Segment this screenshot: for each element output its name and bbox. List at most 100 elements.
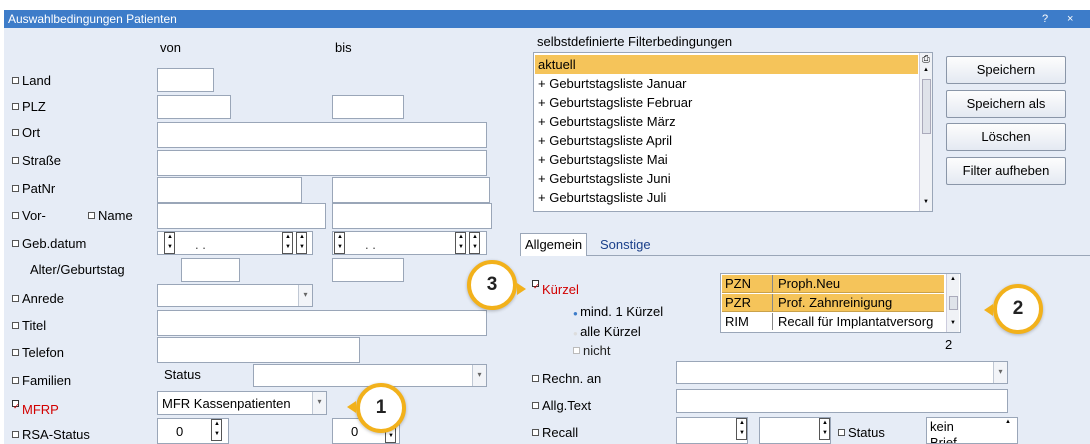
- list-item[interactable]: + Geburtstagsliste April: [535, 131, 672, 150]
- kuerzel-scrollbar[interactable]: ▲ ▼: [946, 274, 959, 332]
- recall-von-spinner[interactable]: [736, 418, 747, 440]
- list-item[interactable]: + Geburtstagsliste Januar: [535, 74, 687, 93]
- gebdatum-checkbox[interactable]: [12, 240, 19, 247]
- allgtext-checkbox[interactable]: [532, 402, 539, 409]
- anrede-select[interactable]: ▾: [157, 284, 313, 307]
- scroll-up-icon[interactable]: ▲: [923, 67, 929, 73]
- scroll-down-icon[interactable]: ▼: [923, 199, 929, 205]
- gebdatum-bis-spinner-a[interactable]: [455, 232, 466, 254]
- chevron-down-icon[interactable]: ▾: [993, 362, 1007, 383]
- scroll-up-icon[interactable]: ▲: [950, 276, 956, 282]
- allgtext-input[interactable]: [676, 389, 1008, 413]
- patnr-checkbox[interactable]: [12, 185, 19, 192]
- patnr-bis-input[interactable]: [332, 177, 490, 203]
- strasse-checkbox-row[interactable]: Straße: [12, 153, 61, 168]
- alter-von-input[interactable]: [181, 258, 240, 282]
- rsa-von-spinner[interactable]: [211, 419, 222, 441]
- list-item[interactable]: kein: [930, 419, 954, 434]
- plz-von-input[interactable]: [157, 95, 231, 119]
- list-item[interactable]: + Geburtstagsliste Juni: [535, 169, 671, 188]
- name-checkbox-row[interactable]: Name: [88, 208, 133, 223]
- kuerzel-not-checkbox-row[interactable]: nicht: [573, 343, 610, 358]
- save-button[interactable]: Speichern: [946, 56, 1066, 84]
- ort-input[interactable]: [157, 122, 487, 148]
- rechn-checkbox-row[interactable]: Rechn. an: [532, 371, 601, 386]
- list-item[interactable]: + Geburtstagsliste Mai: [535, 150, 668, 169]
- anrede-checkbox-row[interactable]: Anrede: [12, 291, 64, 306]
- filter-list[interactable]: aktuell + Geburtstagsliste Januar + Gebu…: [533, 52, 933, 212]
- gebdatum-bis-spinner-b[interactable]: [469, 232, 480, 254]
- tab-sonstige[interactable]: Sonstige: [596, 234, 655, 256]
- patnr-checkbox-row[interactable]: PatNr: [12, 181, 55, 196]
- kuerzel-checkbox-row[interactable]: Kürzel: [532, 280, 579, 297]
- mfrp-select[interactable]: MFR Kassenpatienten ▾: [157, 391, 327, 415]
- mfrp-checkbox[interactable]: [12, 400, 19, 407]
- printer-icon[interactable]: ⎙: [922, 54, 930, 65]
- plz-bis-input[interactable]: [332, 95, 404, 119]
- telefon-input[interactable]: [157, 337, 360, 363]
- scrollbar-thumb[interactable]: [949, 296, 958, 310]
- gebdatum-bis-day-spinner[interactable]: [334, 232, 345, 254]
- ort-checkbox-row[interactable]: Ort: [12, 125, 40, 140]
- allgtext-checkbox-row[interactable]: Allg.Text: [532, 398, 591, 413]
- filter-list-item-selected[interactable]: aktuell: [535, 55, 918, 74]
- patnr-von-input[interactable]: [157, 177, 302, 203]
- land-input[interactable]: [157, 68, 214, 92]
- name-input[interactable]: [332, 203, 492, 229]
- recall-status-checkbox-row[interactable]: Status: [838, 425, 885, 440]
- tab-allgemein[interactable]: Allgemein: [520, 233, 588, 256]
- recall-status-checkbox[interactable]: [838, 429, 845, 436]
- close-button[interactable]: ×: [1067, 10, 1073, 28]
- strasse-checkbox[interactable]: [12, 157, 19, 164]
- list-item[interactable]: + Geburtstagsliste Februar: [535, 93, 692, 112]
- vorname-checkbox-row[interactable]: Vor-: [12, 208, 46, 223]
- scroll-down-icon[interactable]: ▼: [950, 320, 956, 326]
- save-as-button[interactable]: Speichern als: [946, 90, 1066, 118]
- land-checkbox-row[interactable]: Land: [12, 73, 51, 88]
- plz-checkbox[interactable]: [12, 103, 19, 110]
- chevron-down-icon[interactable]: ▾: [312, 392, 326, 414]
- rsa-checkbox[interactable]: [12, 431, 19, 438]
- rechn-select[interactable]: ▾: [676, 361, 1008, 384]
- clear-filter-button[interactable]: Filter aufheben: [946, 157, 1066, 185]
- alter-bis-input[interactable]: [332, 258, 404, 282]
- recall-checkbox-row[interactable]: Recall: [532, 425, 578, 440]
- land-checkbox[interactable]: [12, 77, 19, 84]
- plz-checkbox-row[interactable]: PLZ: [12, 99, 46, 114]
- rechn-checkbox[interactable]: [532, 375, 539, 382]
- kuerzel-checkbox[interactable]: [532, 280, 539, 287]
- table-row[interactable]: PZR Prof. Zahnreinigung: [722, 294, 944, 312]
- titel-input[interactable]: [157, 310, 487, 336]
- ort-checkbox[interactable]: [12, 129, 19, 136]
- vorname-input[interactable]: [157, 203, 326, 229]
- chevron-down-icon[interactable]: ▾: [472, 365, 486, 386]
- table-row[interactable]: RIM Recall für Implantatversorg: [722, 313, 944, 331]
- list-item[interactable]: Brief: [930, 435, 957, 443]
- list-item[interactable]: + Geburtstagsliste Juli: [535, 188, 666, 207]
- scroll-up-icon[interactable]: ▲: [1005, 419, 1011, 425]
- familien-checkbox-row[interactable]: Familien: [12, 373, 71, 388]
- kuerzel-min1-radio[interactable]: ● mind. 1 Kürzel: [573, 304, 663, 319]
- filter-list-scrollbar[interactable]: ⎙ ▲ ▼: [919, 53, 932, 211]
- list-item[interactable]: + Geburtstagsliste März: [535, 112, 676, 131]
- familien-checkbox[interactable]: [12, 377, 19, 384]
- titel-checkbox[interactable]: [12, 322, 19, 329]
- kuerzel-all-radio[interactable]: ● alle Kürzel: [573, 324, 641, 339]
- scrollbar-thumb[interactable]: [922, 79, 931, 134]
- help-button[interactable]: ?: [1042, 10, 1048, 28]
- gebdatum-von-spinner-a[interactable]: [282, 232, 293, 254]
- mfrp-checkbox-row[interactable]: MFRP: [12, 400, 59, 417]
- telefon-checkbox-row[interactable]: Telefon: [12, 345, 64, 360]
- gebdatum-checkbox-row[interactable]: Geb.datum: [12, 236, 86, 251]
- recall-checkbox[interactable]: [532, 429, 539, 436]
- anrede-checkbox[interactable]: [12, 295, 19, 302]
- familien-status-select[interactable]: ▾: [253, 364, 487, 387]
- recall-status-list[interactable]: kein Brief ▲: [926, 417, 1018, 444]
- gebdatum-von-day-spinner[interactable]: [164, 232, 175, 254]
- gebdatum-von-spinner-b[interactable]: [296, 232, 307, 254]
- chevron-down-icon[interactable]: ▾: [298, 285, 312, 306]
- titel-checkbox-row[interactable]: Titel: [12, 318, 46, 333]
- strasse-input[interactable]: [157, 150, 487, 176]
- recall-bis-spinner[interactable]: [819, 418, 830, 440]
- table-row[interactable]: PZN Proph.Neu: [722, 275, 944, 293]
